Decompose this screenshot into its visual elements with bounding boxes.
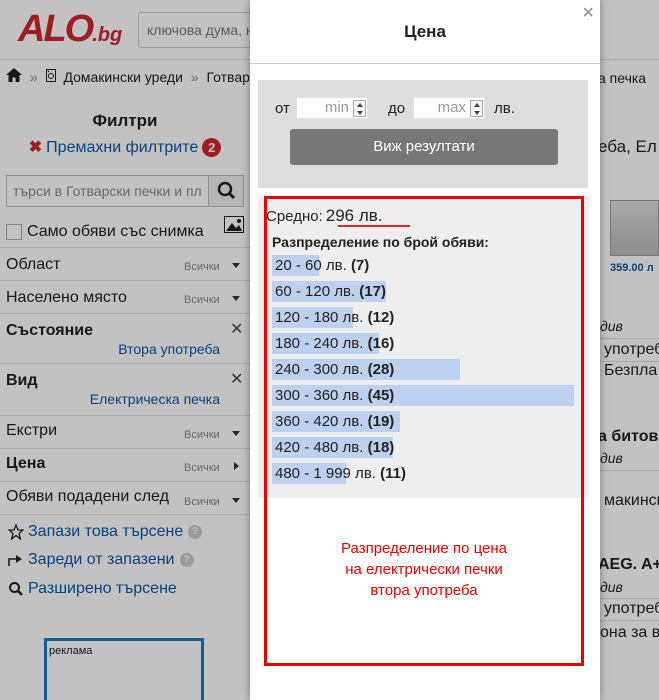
close-icon[interactable]: × [582, 2, 594, 25]
show-results-button[interactable]: Виж резултати [290, 129, 558, 165]
annotation-text: Разпределение по цена на електрически пе… [341, 540, 507, 599]
from-label: от [275, 100, 290, 117]
number-spinner[interactable] [470, 100, 483, 117]
currency-label: лв. [494, 100, 515, 117]
price-range-form: от min до max лв. Виж резултати [258, 80, 588, 188]
modal-title: Цена [404, 22, 446, 41]
modal-header: Цена × [250, 0, 600, 64]
to-label: до [388, 100, 406, 117]
min-price-input[interactable]: min [296, 97, 368, 119]
number-spinner[interactable] [353, 100, 366, 117]
max-price-input[interactable]: max [413, 97, 485, 119]
